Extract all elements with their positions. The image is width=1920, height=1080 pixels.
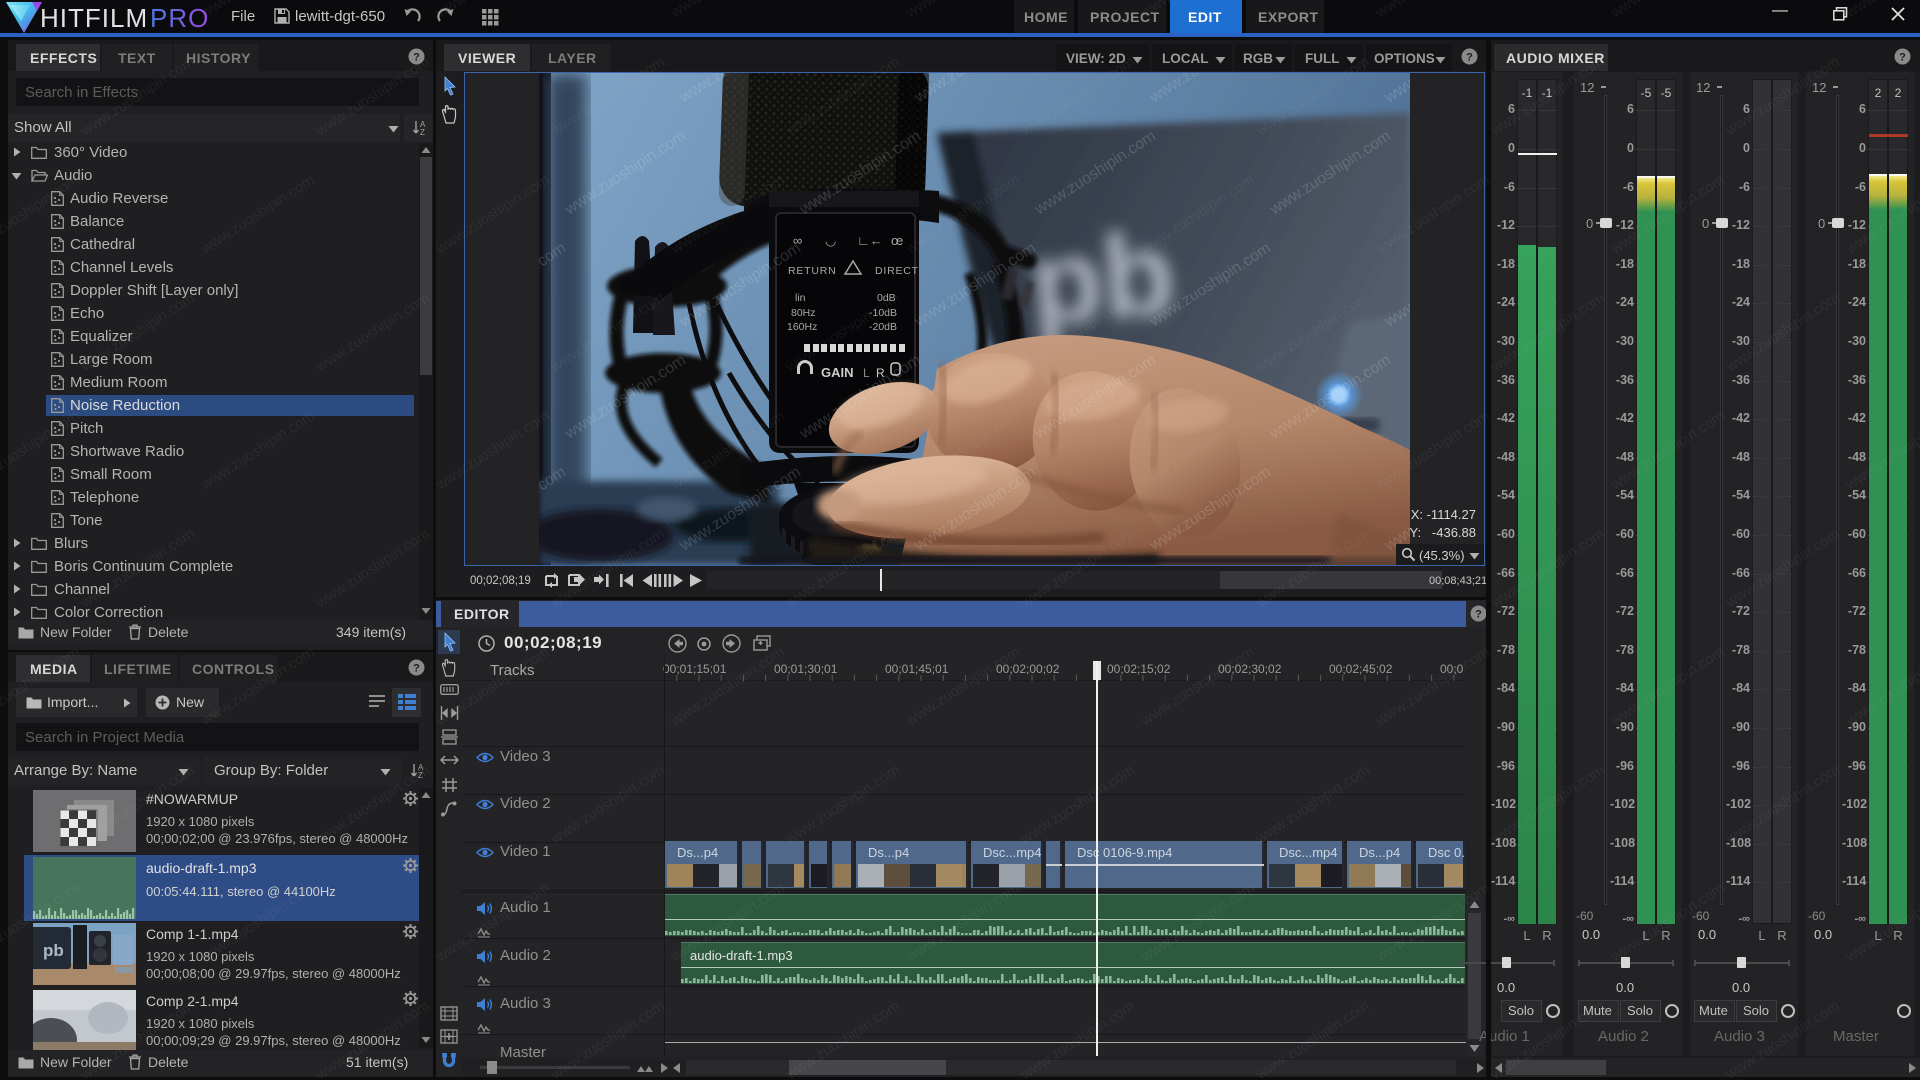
svg-text:DIRECT: DIRECT (875, 265, 919, 277)
svg-text:GAIN: GAIN (821, 365, 854, 380)
svg-text:pb: pb (43, 941, 64, 960)
svg-text:œ: œ (891, 233, 903, 248)
svg-text:0dB: 0dB (877, 292, 896, 304)
svg-text:?: ? (413, 663, 420, 675)
svg-text:Z: Z (418, 771, 423, 779)
svg-text:RETURN: RETURN (788, 265, 837, 277)
svg-text:-20dB: -20dB (869, 321, 897, 333)
svg-text:160Hz: 160Hz (787, 321, 817, 333)
svg-text:L: L (863, 366, 870, 380)
svg-text:80Hz: 80Hz (791, 307, 816, 319)
svg-text:?: ? (413, 52, 420, 64)
svg-text:?: ? (1899, 52, 1906, 64)
svg-text:?: ? (1466, 52, 1473, 64)
svg-text:-10dB: -10dB (869, 307, 897, 319)
svg-text:◡: ◡ (825, 233, 836, 248)
svg-text:∟←: ∟← (857, 233, 883, 248)
svg-text:?: ? (1475, 609, 1482, 621)
svg-text:lin: lin (795, 292, 806, 304)
svg-text:Z: Z (420, 128, 425, 136)
